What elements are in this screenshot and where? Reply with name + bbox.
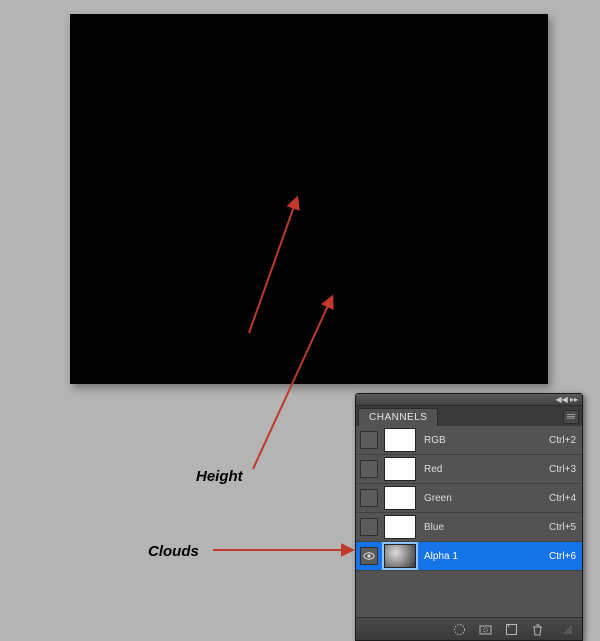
eye-icon	[363, 551, 375, 561]
annotation-clouds-label: Clouds	[148, 543, 199, 560]
channel-name: Red	[424, 464, 549, 475]
channel-row-alpha1[interactable]: Alpha 1 Ctrl+6	[356, 542, 582, 571]
collapse-icon[interactable]: ◀◀ ▸▸	[555, 395, 578, 404]
channel-row-rgb[interactable]: RGB Ctrl+2	[356, 426, 582, 455]
clouds-texture	[70, 14, 548, 384]
channel-thumbnail	[384, 428, 416, 452]
delete-channel-icon[interactable]	[530, 622, 544, 636]
channel-shortcut: Ctrl+6	[549, 551, 576, 562]
channel-thumbnail	[384, 544, 416, 568]
visibility-toggle[interactable]	[360, 489, 378, 507]
channel-list-empty-area[interactable]	[356, 571, 582, 617]
visibility-toggle[interactable]	[360, 460, 378, 478]
channel-shortcut: Ctrl+3	[549, 464, 576, 475]
channel-name: RGB	[424, 435, 549, 446]
channel-thumbnail	[384, 515, 416, 539]
visibility-toggle[interactable]	[360, 547, 378, 565]
resize-grip-icon[interactable]	[560, 622, 574, 636]
panel-footer	[356, 617, 582, 640]
tab-channels[interactable]: CHANNELS	[358, 408, 438, 426]
document-canvas[interactable]	[70, 14, 548, 384]
panel-tabs: CHANNELS	[356, 406, 582, 426]
annotation-height-label: Height	[196, 468, 243, 485]
new-channel-icon[interactable]	[504, 622, 518, 636]
channel-row-blue[interactable]: Blue Ctrl+5	[356, 513, 582, 542]
channel-list: RGB Ctrl+2 Red Ctrl+3 Green Ctrl+4 Blue …	[356, 426, 582, 617]
channel-shortcut: Ctrl+5	[549, 522, 576, 533]
annotation-depth-label: Depth	[196, 333, 239, 350]
channel-name: Alpha 1	[424, 551, 549, 562]
channel-shortcut: Ctrl+2	[549, 435, 576, 446]
panel-titlebar[interactable]: ◀◀ ▸▸	[356, 394, 582, 406]
channels-panel: ◀◀ ▸▸ CHANNELS RGB Ctrl+2 Red Ctrl+3 Gre…	[355, 393, 583, 641]
channel-name: Green	[424, 493, 549, 504]
channel-name: Blue	[424, 522, 549, 533]
panel-menu-button[interactable]	[563, 410, 579, 424]
save-selection-icon[interactable]	[478, 622, 492, 636]
channel-thumbnail	[384, 457, 416, 481]
channel-shortcut: Ctrl+4	[549, 493, 576, 504]
channel-row-red[interactable]: Red Ctrl+3	[356, 455, 582, 484]
channel-thumbnail	[384, 486, 416, 510]
channel-row-green[interactable]: Green Ctrl+4	[356, 484, 582, 513]
visibility-toggle[interactable]	[360, 518, 378, 536]
visibility-toggle[interactable]	[360, 431, 378, 449]
load-selection-icon[interactable]	[452, 622, 466, 636]
